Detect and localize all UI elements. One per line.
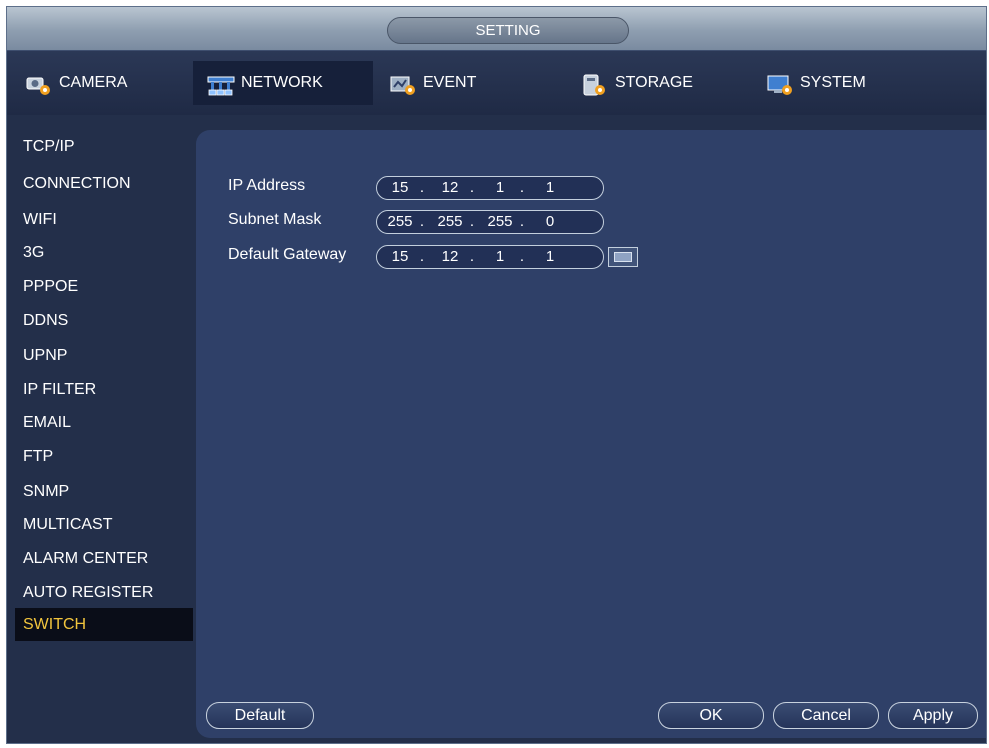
sidebar-item-ddns[interactable]: DDNS: [15, 304, 193, 337]
default-gateway-octet-4[interactable]: 1: [533, 246, 567, 268]
tab-storage-label: STORAGE: [615, 74, 693, 91]
cancel-button[interactable]: Cancel: [773, 702, 879, 729]
camera-gear-icon: [25, 71, 53, 95]
ip-address-separator: .: [419, 179, 425, 196]
tab-camera[interactable]: CAMERA: [11, 61, 191, 105]
ip-address-octet-3[interactable]: 1: [483, 177, 517, 199]
subnet-mask-octet-1[interactable]: 255: [383, 211, 417, 233]
window-title: SETTING: [387, 17, 629, 44]
event-icon: [389, 71, 417, 95]
subnet-mask-separator: .: [519, 213, 525, 230]
subnet-mask-octet-3[interactable]: 255: [483, 211, 517, 233]
subnet-mask-octet-4[interactable]: 0: [533, 211, 567, 233]
virtual-keyboard-button[interactable]: [608, 247, 638, 267]
sidebar-item-snmp[interactable]: SNMP: [15, 475, 193, 508]
keyboard-icon: [614, 252, 632, 262]
default-gateway-label: Default Gateway: [228, 246, 347, 263]
sidebar-item-wifi[interactable]: WIFI: [15, 203, 193, 236]
sidebar-item-connection[interactable]: CONNECTION: [15, 167, 193, 200]
default-gateway-separator: .: [419, 248, 425, 265]
tab-system-label: SYSTEM: [800, 74, 866, 91]
setting-window: SETTING CAMERA NETWORK EVENT STORAGE SYS…: [6, 6, 987, 744]
ip-address-separator: .: [469, 179, 475, 196]
subnet-mask-label: Subnet Mask: [228, 211, 322, 228]
ip-address-octet-1[interactable]: 15: [383, 177, 417, 199]
default-gateway-separator: .: [469, 248, 475, 265]
default-button[interactable]: Default: [206, 702, 314, 729]
sidebar-item-alarm-center[interactable]: ALARM CENTER: [15, 542, 193, 575]
subnet-mask-octet-2[interactable]: 255: [433, 211, 467, 233]
sidebar-item-pppoe[interactable]: PPPOE: [15, 270, 193, 303]
sidebar-item-email[interactable]: EMAIL: [15, 406, 193, 439]
tab-system[interactable]: SYSTEM: [752, 61, 932, 105]
subnet-mask-separator: .: [469, 213, 475, 230]
top-tab-bar: CAMERA NETWORK EVENT STORAGE SYSTEM: [7, 50, 986, 115]
ip-address-input[interactable]: 15 . 12 . 1 . 1: [376, 176, 604, 200]
sidebar-item-ip-filter[interactable]: IP FILTER: [15, 373, 193, 406]
sidebar-item-3g[interactable]: 3G: [15, 236, 193, 269]
default-gateway-separator: .: [519, 248, 525, 265]
tab-network-label: NETWORK: [241, 74, 323, 91]
sidebar-menu: TCP/IP CONNECTION WIFI 3G PPPOE DDNS UPN…: [7, 114, 193, 743]
tab-event[interactable]: EVENT: [375, 61, 555, 105]
ip-address-separator: .: [519, 179, 525, 196]
ip-address-label: IP Address: [228, 177, 306, 194]
default-gateway-octet-2[interactable]: 12: [433, 246, 467, 268]
tab-storage[interactable]: STORAGE: [567, 61, 747, 105]
default-gateway-octet-1[interactable]: 15: [383, 246, 417, 268]
title-bar: SETTING: [7, 7, 986, 50]
apply-button[interactable]: Apply: [888, 702, 978, 729]
network-icon: [207, 71, 235, 96]
storage-icon: [581, 71, 609, 96]
default-gateway-octet-3[interactable]: 1: [483, 246, 517, 268]
default-gateway-input[interactable]: 15 . 12 . 1 . 1: [376, 245, 604, 269]
sidebar-item-switch[interactable]: SWITCH: [15, 608, 193, 641]
sidebar-item-multicast[interactable]: MULTICAST: [15, 508, 193, 541]
tab-event-label: EVENT: [423, 74, 477, 91]
ip-address-octet-4[interactable]: 1: [533, 177, 567, 199]
system-icon: [766, 71, 794, 95]
subnet-mask-input[interactable]: 255 . 255 . 255 . 0: [376, 210, 604, 234]
tab-camera-label: CAMERA: [59, 74, 128, 91]
subnet-mask-separator: .: [419, 213, 425, 230]
ip-address-octet-2[interactable]: 12: [433, 177, 467, 199]
sidebar-item-ftp[interactable]: FTP: [15, 440, 193, 473]
tab-network[interactable]: NETWORK: [193, 61, 373, 105]
sidebar-item-upnp[interactable]: UPNP: [15, 339, 193, 372]
sidebar-item-auto-register[interactable]: AUTO REGISTER: [15, 576, 193, 609]
ok-button[interactable]: OK: [658, 702, 764, 729]
sidebar-item-tcpip[interactable]: TCP/IP: [15, 130, 193, 163]
settings-panel: IP Address 15 . 12 . 1 . 1 Subnet Mask 2…: [196, 130, 986, 738]
